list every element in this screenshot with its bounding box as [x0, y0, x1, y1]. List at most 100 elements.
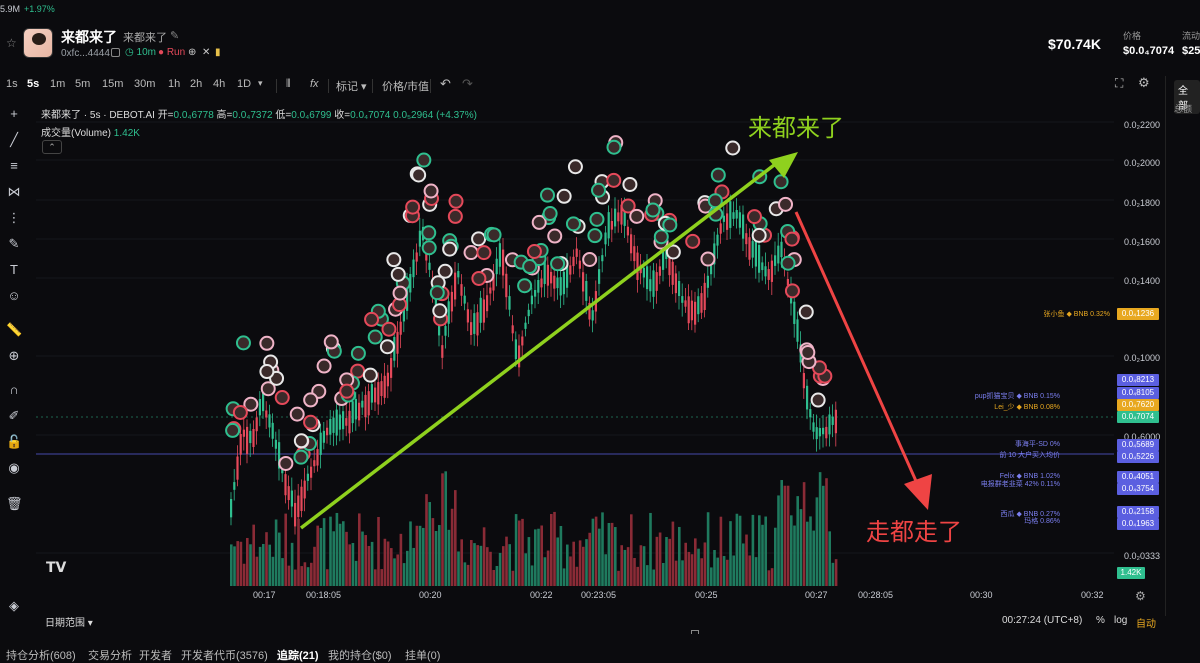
- volume-bar: [246, 537, 249, 586]
- lock-draw-icon[interactable]: ✐: [6, 408, 22, 424]
- volume-bar: [585, 539, 588, 586]
- trader-bubble: [567, 159, 583, 175]
- tab-developer[interactable]: 开发者: [139, 647, 172, 663]
- trendline-icon[interactable]: ╱: [6, 132, 22, 148]
- time-axis[interactable]: 00:17 00:18:05 00:20 00:22 00:23:05 00:2…: [36, 590, 1114, 604]
- volume-bar: [703, 542, 707, 586]
- trader-bubble: [463, 245, 479, 261]
- timeframe-4h[interactable]: 4h: [213, 78, 225, 90]
- candle-body: [745, 233, 748, 245]
- volume-bar: [662, 562, 665, 586]
- tab-trades[interactable]: 交易分析: [88, 647, 132, 663]
- log-toggle[interactable]: log: [1114, 615, 1127, 626]
- settings-gear-icon[interactable]: ⚙: [1138, 75, 1150, 91]
- percent-toggle[interactable]: %: [1096, 615, 1105, 626]
- volume-bar: [783, 485, 787, 586]
- status-badge: ● Run: [158, 47, 186, 58]
- chart-bottom-bar: 日期范围 ▾ 00:27:24 (UTC+8) % log 自动: [0, 612, 1200, 630]
- emoji-icon[interactable]: ☺: [6, 288, 22, 304]
- candle-body: [367, 391, 370, 416]
- timeframe-1m[interactable]: 1m: [50, 78, 65, 90]
- lock-icon[interactable]: 🔓: [6, 434, 22, 450]
- fib-icon[interactable]: ⋮: [6, 210, 22, 226]
- volume-bar: [271, 556, 275, 586]
- volume-bar: [345, 531, 348, 586]
- timeframe-1d[interactable]: 1D: [237, 78, 251, 90]
- timeframe-1h[interactable]: 1h: [168, 78, 180, 90]
- top10-average-marker: 前 10 大户买入均价: [999, 452, 1060, 459]
- date-range-button[interactable]: 日期范围 ▾: [45, 614, 93, 629]
- tab-my-holdings[interactable]: 我的持仓($0): [328, 647, 392, 663]
- timeframe-2h[interactable]: 2h: [190, 78, 202, 90]
- candle-body: [649, 279, 652, 292]
- zoom-in-icon[interactable]: ⊕: [6, 348, 22, 364]
- favorite-star-icon[interactable]: ☆: [6, 36, 17, 50]
- copy-icon[interactable]: [111, 48, 120, 57]
- volume-bar: [738, 515, 742, 586]
- timeframe-dropdown-icon[interactable]: ▾: [258, 78, 263, 89]
- eye-icon[interactable]: ◉: [6, 460, 22, 476]
- candle-body: [329, 418, 332, 435]
- volume-bar: [540, 525, 543, 586]
- horizontal-lines-icon[interactable]: ≡: [6, 158, 22, 174]
- clock-time[interactable]: 00:27:24 (UTC+8): [1002, 615, 1082, 626]
- tab-holders[interactable]: 持仓分析(608): [6, 647, 76, 663]
- pattern-icon[interactable]: ⋈: [6, 184, 22, 200]
- tab-tracking[interactable]: 追踪(21): [277, 647, 319, 663]
- volume-bar: [374, 569, 377, 586]
- trader-bubble: [390, 266, 406, 282]
- volume-bar: [694, 538, 697, 586]
- candle-type-icon[interactable]: ⫴: [286, 78, 291, 91]
- price-axis[interactable]: 0.0₂2200 0.0₂2000 0.0₂1800 0.0₂1600 0.0₂…: [1114, 100, 1162, 586]
- social-icon[interactable]: ▮: [215, 47, 221, 58]
- trader-bubble: [542, 206, 558, 222]
- volume-bar: [809, 516, 812, 586]
- x-icon[interactable]: ✕: [202, 47, 210, 58]
- undo-icon[interactable]: ↶: [440, 76, 451, 92]
- x-tick: 00:23:05: [581, 590, 617, 600]
- volume-bar: [329, 516, 332, 586]
- candle-body: [559, 277, 562, 296]
- marker-dropdown-label: 标记: [336, 81, 358, 93]
- marker-dropdown[interactable]: 标记 ▾: [336, 78, 367, 94]
- brush-icon[interactable]: ✎: [6, 236, 22, 252]
- edit-icon[interactable]: ✎: [170, 29, 179, 42]
- globe-icon[interactable]: ⊕: [188, 47, 196, 58]
- candle-body: [658, 266, 661, 276]
- timeframe-30m[interactable]: 30m: [134, 78, 155, 90]
- volume-bar: [348, 544, 351, 586]
- timeframe-1s[interactable]: 1s: [6, 78, 18, 90]
- candle-body: [534, 290, 537, 297]
- auto-scale-toggle[interactable]: 自动: [1136, 615, 1156, 630]
- panel-resize-handle[interactable]: [691, 630, 699, 634]
- tab-dev-tokens[interactable]: 开发者代币(3576): [181, 647, 268, 663]
- candle-body: [361, 400, 364, 408]
- volume-bar: [418, 525, 422, 586]
- fullscreen-icon[interactable]: ⛶: [1115, 76, 1123, 91]
- market-cap: $70.74K: [1048, 36, 1101, 52]
- ruler-icon[interactable]: 📏: [6, 322, 22, 338]
- trader-bubble: [429, 285, 445, 301]
- candle-body: [284, 474, 287, 496]
- time-axis-settings-icon[interactable]: ⚙: [1135, 589, 1146, 603]
- volume-bar: [370, 541, 374, 586]
- candle-body: [764, 266, 767, 277]
- timeframe-15m[interactable]: 15m: [102, 78, 123, 90]
- collapse-legend-button[interactable]: ⌃: [42, 140, 62, 154]
- candle-body: [610, 221, 613, 230]
- timeframe-5s[interactable]: 5s: [27, 78, 39, 90]
- volume-bar: [422, 527, 425, 586]
- trader-bubble: [259, 335, 275, 351]
- trash-icon[interactable]: 🗑: [6, 496, 23, 512]
- price-mcap-toggle[interactable]: 价格/市值: [382, 78, 429, 94]
- text-tool-icon[interactable]: T: [6, 262, 22, 278]
- tab-orders[interactable]: 挂单(0): [405, 647, 440, 663]
- redo-icon[interactable]: ↷: [462, 76, 473, 92]
- candle-body: [233, 482, 236, 490]
- crosshair-icon[interactable]: +: [6, 106, 22, 122]
- trader-bubble: [725, 140, 741, 156]
- indicators-button[interactable]: fx: [310, 78, 319, 90]
- trader-bubble: [556, 188, 572, 204]
- magnet-icon[interactable]: ∩: [6, 382, 22, 398]
- timeframe-5m[interactable]: 5m: [75, 78, 90, 90]
